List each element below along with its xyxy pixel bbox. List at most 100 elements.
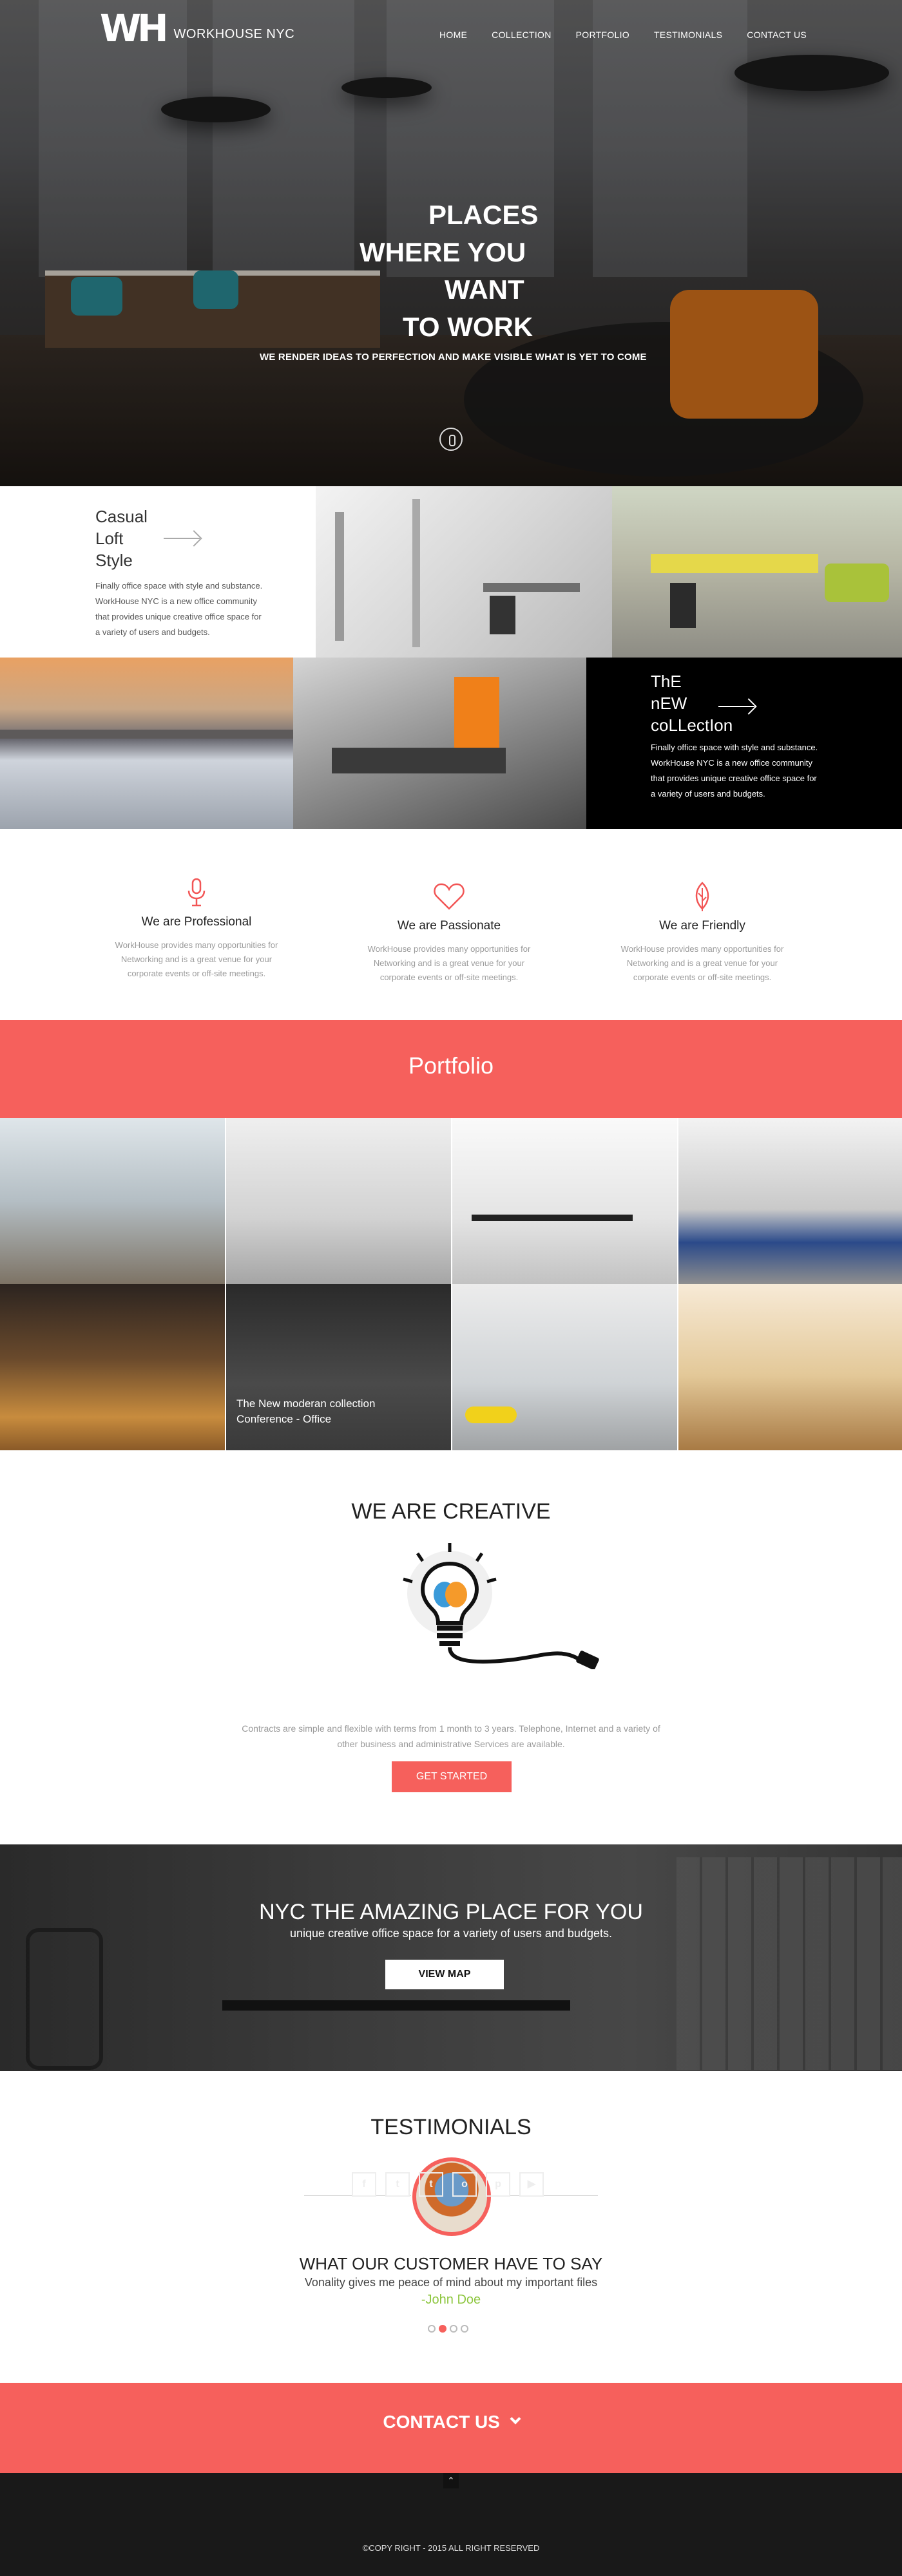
headline-line: WHERE YOU xyxy=(360,237,526,267)
nav-home[interactable]: HOME xyxy=(439,30,467,40)
mouse-scroll-icon[interactable] xyxy=(439,428,463,451)
carousel-dot-active[interactable] xyxy=(439,2325,446,2333)
facebook-icon[interactable]: f xyxy=(352,2172,376,2197)
text-line: WorkHouse NYC is a new office community xyxy=(651,758,812,768)
arrow-up-icon[interactable]: ⌃ xyxy=(443,2473,459,2488)
creative-section: WE ARE CREATIVE Contracts are simple and… xyxy=(0,1450,902,1844)
conference-photo[interactable] xyxy=(293,658,586,829)
feature-text: WorkHouse provides many opportunities fo… xyxy=(115,940,278,978)
feature-professional: We are Professional WorkHouse provides m… xyxy=(90,878,303,981)
caption-line: The New moderan collection xyxy=(236,1397,376,1410)
feature-text: WorkHouse provides many opportunities fo… xyxy=(367,944,531,982)
portfolio-grid: The New moderan collection Conference - … xyxy=(0,1118,902,1450)
portfolio-item-hover[interactable]: The New moderan collection Conference - … xyxy=(226,1284,451,1450)
portfolio-item[interactable] xyxy=(0,1118,225,1284)
carousel-dot[interactable] xyxy=(428,2325,436,2333)
table xyxy=(332,748,506,773)
nav-portfolio[interactable]: PORTFOLIO xyxy=(576,30,629,40)
portfolio-item[interactable] xyxy=(226,1118,451,1284)
testimonial-quote: Vonality gives me peace of mind about my… xyxy=(304,2276,598,2289)
text-line: that provides unique creative office spa… xyxy=(651,773,817,783)
contact-us-toggle[interactable]: CONTACT US xyxy=(0,2412,902,2432)
tumblr-icon[interactable]: t xyxy=(419,2172,443,2197)
text-line: WorkHouse NYC is a new office community xyxy=(95,596,257,606)
copyright: ©COPY RIGHT - 2015 ALL RIGHT RESERVED xyxy=(362,2543,540,2553)
nav-collection[interactable]: COLLECTION xyxy=(492,30,551,40)
table xyxy=(483,583,580,592)
title-line: Loft xyxy=(95,529,124,548)
nyc-section: NYC THE AMAZING PLACE FOR YOU unique cre… xyxy=(0,1844,902,2071)
nav-contact-us[interactable]: CONTACT US xyxy=(747,30,807,40)
feature-title: We are Passionate xyxy=(397,919,501,933)
feature-passionate: We are Passionate WorkHouse provides man… xyxy=(343,882,555,985)
desk xyxy=(651,554,818,573)
new-collection-text: Finally office space with style and subs… xyxy=(651,740,818,802)
bookshelf xyxy=(676,1857,902,2070)
portfolio-item[interactable] xyxy=(678,1284,902,1450)
casual-loft-tile[interactable]: Casual Loft Style Finally office space w… xyxy=(0,486,316,658)
arrow-right-icon[interactable] xyxy=(718,706,754,707)
twitter-icon[interactable]: t xyxy=(385,2172,410,2197)
chair xyxy=(670,583,696,628)
portfolio-header: Portfolio xyxy=(0,1020,902,1118)
get-started-button[interactable]: GET STARTED xyxy=(392,1761,512,1792)
microphone-icon xyxy=(187,878,206,907)
casual-loft-text: Finally office space with style and subs… xyxy=(95,578,262,640)
new-collection-tile[interactable]: ThE nEW coLLectIon Finally office space … xyxy=(586,658,902,829)
nyc-title: NYC THE AMAZING PLACE FOR YOU xyxy=(259,1900,643,1924)
glass-frame xyxy=(335,512,344,641)
portfolio-title: Portfolio xyxy=(408,1052,494,1079)
hero-headline: PLACES WHERE YOU WANT TO WORK xyxy=(335,196,606,346)
text-line: Finally office space with style and subs… xyxy=(95,581,263,591)
feature-title: We are Professional xyxy=(141,915,252,929)
lightbulb-brain-icon xyxy=(403,1543,599,1669)
hero-subline: WE RENDER IDEAS TO PERFECTION AND MAKE V… xyxy=(260,352,647,363)
arrow-right-icon[interactable] xyxy=(164,538,200,539)
testimonials-title: TESTIMONIALS xyxy=(370,2115,532,2139)
portfolio-item[interactable] xyxy=(452,1118,677,1284)
title-line: coLLectIon xyxy=(651,715,733,735)
nyc-subtitle: unique creative office space for a varie… xyxy=(290,1927,612,1940)
instagram-icon[interactable]: o xyxy=(452,2172,477,2197)
headline-line: WANT xyxy=(445,274,524,305)
logo[interactable]: WH WORKHOUSE NYC xyxy=(100,10,294,47)
view-map-button[interactable]: VIEW MAP xyxy=(385,1960,504,1989)
portfolio-item[interactable] xyxy=(452,1284,677,1450)
office-photo[interactable] xyxy=(612,486,902,658)
youtube-icon[interactable]: ▶ xyxy=(519,2172,544,2197)
avatar xyxy=(412,2157,491,2236)
portfolio-item[interactable] xyxy=(0,1284,225,1450)
yellow-chair xyxy=(465,1406,517,1423)
heart-icon xyxy=(434,883,465,910)
headline-line: TO WORK xyxy=(403,312,533,342)
chair xyxy=(490,596,515,634)
testimonials-section: TESTIMONIALS WHAT OUR CUSTOMER HAVE TO S… xyxy=(0,2071,902,2383)
table-silhouette xyxy=(222,2000,570,2011)
hero-section: WH WORKHOUSE NYC HOME COLLECTION PORTFOL… xyxy=(0,0,902,486)
title-line: Style xyxy=(95,551,133,570)
text-line: Finally office space with style and subs… xyxy=(651,743,818,752)
title-line: ThE xyxy=(651,672,682,691)
logo-mark: WH xyxy=(100,6,169,50)
text-line: a variety of users and budgets. xyxy=(651,789,765,799)
caption-line: Conference - Office xyxy=(236,1413,332,1425)
office-photo[interactable] xyxy=(316,486,612,658)
contact-label: CONTACT US xyxy=(383,2412,500,2432)
chair-silhouette xyxy=(26,1928,103,2070)
mountains xyxy=(0,730,293,739)
portfolio-item[interactable] xyxy=(678,1118,902,1284)
headline-line: PLACES xyxy=(428,200,539,230)
portfolio-caption: The New moderan collection Conference - … xyxy=(236,1396,375,1427)
logo-name: WORKHOUSE NYC xyxy=(173,27,295,41)
wall-panel xyxy=(454,677,499,748)
event-photo[interactable] xyxy=(0,658,293,829)
new-collection-title: ThE nEW coLLectIon xyxy=(651,670,733,736)
chevron-down-icon xyxy=(510,2413,521,2425)
nav-testimonials[interactable]: TESTIMONIALS xyxy=(654,30,722,40)
main-nav: HOME COLLECTION PORTFOLIO TESTIMONIALS C… xyxy=(439,30,807,40)
pinterest-icon[interactable]: p xyxy=(486,2172,510,2197)
text-line: that provides unique creative office spa… xyxy=(95,612,262,621)
carousel-dot[interactable] xyxy=(461,2325,468,2333)
carousel-dot[interactable] xyxy=(450,2325,457,2333)
creative-text: Contracts are simple and flexible with t… xyxy=(242,1723,660,1749)
